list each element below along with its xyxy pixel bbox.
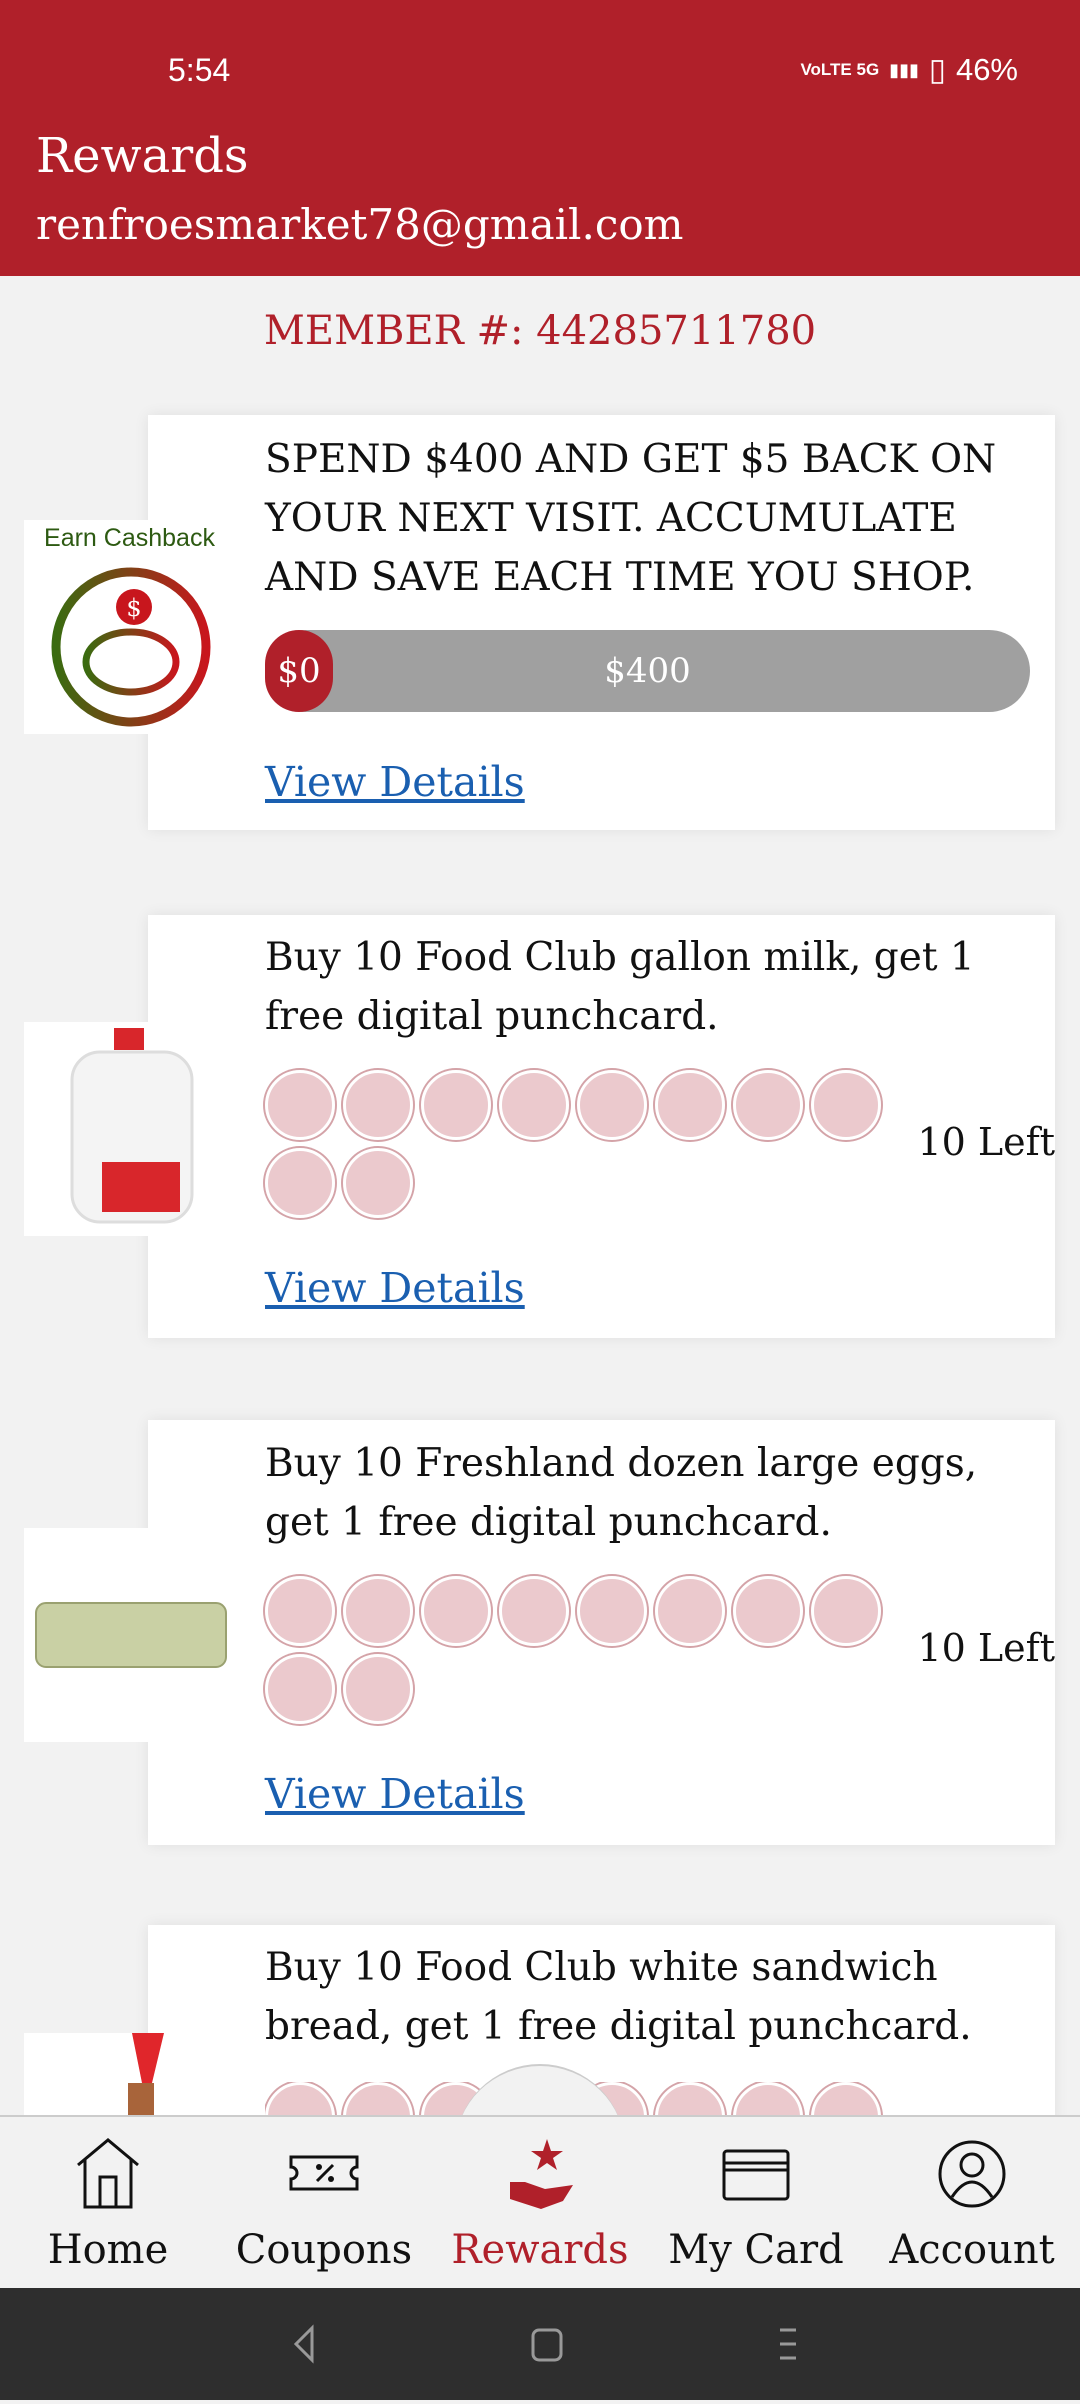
view-details-link[interactable]: View Details [265, 758, 525, 806]
punch-circle [577, 1070, 647, 1140]
punch-circles [265, 1576, 905, 1724]
milk-gallon-icon [70, 1028, 194, 1224]
account-icon [938, 2140, 1006, 2208]
status-time: 5:54 [168, 52, 231, 88]
punch-circle [499, 1070, 569, 1140]
view-details-link[interactable]: View Details [265, 1770, 525, 1818]
system-nav-bar [0, 2288, 1080, 2400]
punch-circle [655, 1576, 725, 1646]
nav-label: Home [47, 2227, 169, 2273]
punch-circle [343, 2082, 413, 2115]
punch-circle [655, 1070, 725, 1140]
battery-level: 46% [955, 52, 1018, 87]
member-number: MEMBER #: 44285711780 [263, 308, 817, 354]
progress-goal: $400 [604, 651, 691, 691]
system-nav-icons [293, 2324, 796, 2364]
bread-image [24, 2033, 235, 2115]
nav-home[interactable]: Home [0, 2117, 216, 2290]
status-icons: VoLTE 5G ▮▮▮ ▯ 46% [800, 52, 1018, 88]
punch-circle [421, 1576, 491, 1646]
cashback-image-label: Earn Cashback [44, 524, 215, 552]
punch-circle [499, 1576, 569, 1646]
nav-label: Coupons [235, 2227, 413, 2273]
punch-circle [733, 1070, 803, 1140]
nav-label: Rewards [451, 2227, 629, 2273]
signal-icon: ▮▮▮ [889, 60, 919, 80]
punch-circle [811, 1070, 881, 1140]
punch-circle [811, 1576, 881, 1646]
piggy-bank-icon: $ [51, 567, 211, 727]
nav-coupons[interactable]: Coupons [216, 2117, 432, 2290]
home-button-icon[interactable] [531, 2328, 563, 2362]
punch-circles [265, 1070, 905, 1218]
punch-circle [421, 1070, 491, 1140]
home-icon [77, 2138, 139, 2209]
milk-image [24, 1022, 235, 1236]
punch-circle [733, 1576, 803, 1646]
nav-label: Account [889, 2227, 1055, 2273]
nav-account[interactable]: Account [864, 2117, 1080, 2290]
punches-remaining: 10 Left [917, 1120, 1056, 1164]
nav-rewards[interactable]: Rewards [432, 2117, 648, 2290]
network-type: VoLTE 5G [800, 60, 880, 79]
cashback-image: Earn Cashback $ [24, 520, 235, 734]
rewards-hand-star-icon [510, 2139, 573, 2209]
punchcard-description: Buy 10 Freshland dozen large eggs, get 1… [265, 1441, 978, 1545]
punch-circle [265, 1654, 335, 1724]
user-email: renfroesmarket78@gmail.com [36, 200, 684, 249]
nav-label: My Card [668, 2227, 844, 2273]
cashback-progress-bar: $400 $0 [265, 630, 1030, 712]
recents-icon[interactable] [780, 2328, 796, 2360]
svg-text:$: $ [126, 594, 141, 622]
punch-circle [811, 2082, 881, 2115]
punch-circle [343, 1576, 413, 1646]
punch-circle [577, 1576, 647, 1646]
punchcard-description: Buy 10 Food Club white sandwich bread, g… [265, 1945, 972, 2049]
page-title: Rewards [36, 128, 249, 184]
punch-circle [265, 1576, 335, 1646]
nav-my-card[interactable]: My Card [648, 2117, 864, 2290]
cashback-description: SPEND $400 AND GET $5 BACK ON YOUR NEXT … [265, 437, 997, 600]
battery-icon: ▯ [928, 52, 946, 87]
egg-carton-icon [35, 1602, 227, 1668]
punchcard-description: Buy 10 Food Club gallon milk, get 1 free… [265, 935, 975, 1039]
punch-circle [343, 1148, 413, 1218]
punch-circle [343, 1654, 413, 1724]
punch-circle [265, 2082, 335, 2115]
punch-circle [343, 1070, 413, 1140]
punch-circle [733, 2082, 803, 2115]
punches-remaining: 10 Left [917, 1626, 1056, 1670]
bottom-nav: Home Coupons Rewards My Card Account [0, 2115, 1080, 2288]
view-details-link[interactable]: View Details [265, 1264, 525, 1312]
eggs-image [24, 1528, 235, 1742]
card-icon [722, 2149, 790, 2201]
app-header: 5:54 VoLTE 5G ▮▮▮ ▯ 46% Rewards renfroes… [0, 0, 1080, 276]
punch-circle [655, 2082, 725, 2115]
progress-current: $0 [265, 630, 333, 712]
punch-circle [265, 1070, 335, 1140]
back-icon[interactable] [293, 2324, 314, 2364]
punch-circle [265, 1148, 335, 1218]
coupon-icon [289, 2155, 359, 2191]
bread-loaf-icon [128, 2033, 164, 2115]
